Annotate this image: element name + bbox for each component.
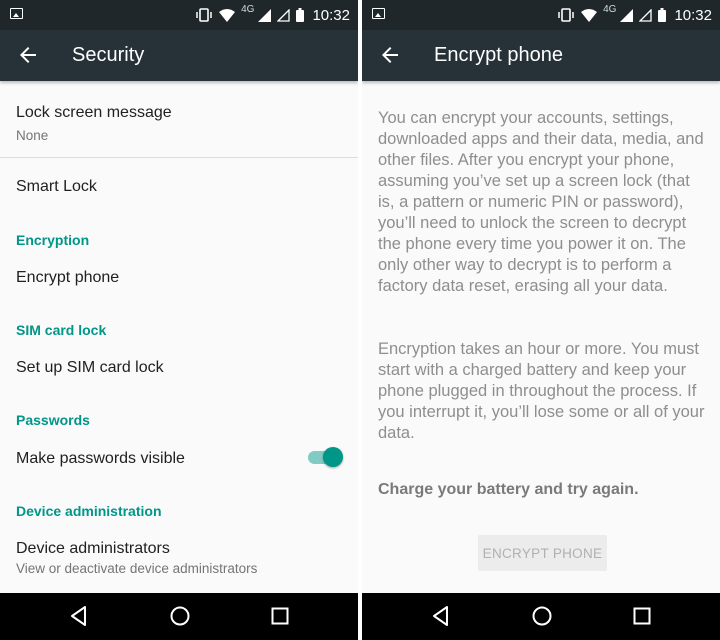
item-title: Lock screen message [16,104,172,121]
nav-home-icon[interactable] [169,605,191,627]
nav-back-icon[interactable] [68,605,90,627]
notification-icon [372,8,385,19]
notification-icon [10,8,23,19]
wifi-icon [581,8,598,22]
signal-icon [258,8,272,22]
signal-empty-icon [277,8,291,22]
item-title: Smart Lock [16,178,97,195]
clock: 10:32 [312,6,350,24]
encryption-description: You can encrypt your accounts, settings,… [378,109,704,295]
section-header-encryption: Encryption [16,232,90,248]
section-header-device-administration: Device administration [16,503,162,519]
status-bar: 4G 10:32 [0,0,358,30]
network-type-label: 4G [603,3,617,15]
toggle-thumb [323,447,343,467]
battery-icon [296,8,305,22]
encrypt-phone-button[interactable]: ENCRYPT PHONE [478,535,607,571]
nav-home-icon[interactable] [531,605,553,627]
smart-lock-item[interactable]: Smart Lock [16,178,342,196]
item-title: Encrypt phone [16,269,120,286]
item-title: Device administrators [16,540,170,557]
back-arrow-icon[interactable] [16,43,40,67]
passwords-visible-toggle[interactable] [306,447,343,467]
wifi-icon [219,8,236,22]
network-type-label: 4G [241,3,255,15]
charge-battery-message: Charge your battery and try again. [378,481,639,498]
encrypt-phone-item[interactable]: Encrypt phone [16,269,342,287]
navigation-bar [0,593,358,640]
sim-card-lock-item[interactable]: Set up SIM card lock [16,359,342,377]
divider [0,157,358,158]
navigation-bar [362,593,720,640]
status-bar: 4G 10:32 [362,0,720,30]
nav-back-icon[interactable] [430,605,452,627]
vibrate-icon [196,8,212,22]
app-bar: Encrypt phone [362,30,720,81]
page-title: Encrypt phone [434,44,563,66]
item-title: Set up SIM card lock [16,359,164,376]
vibrate-icon [558,8,574,22]
lock-screen-message-item[interactable]: Lock screen message None [16,104,342,143]
battery-icon [658,8,667,22]
signal-empty-icon [639,8,653,22]
make-passwords-visible-item[interactable]: Make passwords visible [16,450,342,468]
nav-recents-icon[interactable] [269,605,291,627]
app-bar: Security [0,30,358,81]
clock: 10:32 [674,6,712,24]
item-subtitle: None [16,128,49,143]
section-header-passwords: Passwords [16,412,90,428]
encryption-warning-text: Encryption takes an hour or more. You mu… [378,340,705,442]
page-title: Security [72,44,145,66]
item-subtitle: View or deactivate device administrators [16,561,258,576]
encrypt-phone-screen: 4G 10:32 Encrypt phone You can encrypt y… [362,0,720,640]
signal-icon [620,8,634,22]
nav-recents-icon[interactable] [631,605,653,627]
device-administrators-item[interactable]: Device administrators View or deactivate… [16,540,342,576]
security-screen: 4G 10:32 Security Lock screen message No… [0,0,358,640]
section-header-sim-card-lock: SIM card lock [16,322,107,338]
item-title: Make passwords visible [16,450,185,467]
back-arrow-icon[interactable] [378,43,402,67]
